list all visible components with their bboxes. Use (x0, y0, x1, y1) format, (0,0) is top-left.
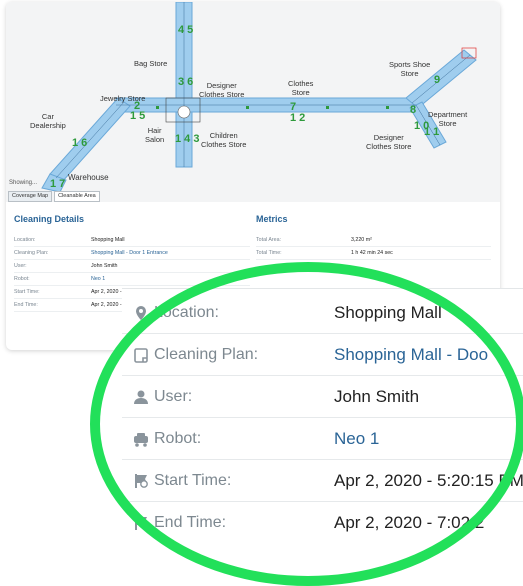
map-label-designer-2: Designer Clothes Store (366, 133, 412, 151)
map-caption: Showing... (9, 180, 38, 186)
metric-value: 1 h 42 min 24 sec (351, 250, 393, 256)
detail-row-robot: Robot: Neo 1 (14, 273, 250, 286)
map-label-car: Car Dealership (30, 112, 66, 130)
detail-value: John Smith (91, 263, 118, 269)
zoom-label: Robot: (154, 430, 202, 447)
zoom-row-start-time: Start Time: Apr 2, 2020 - 5:20:15 PM (122, 461, 523, 502)
map-label-children: Children Clothes Store (201, 131, 247, 149)
zoom-value: Shopping Mall (334, 303, 442, 322)
detail-label: User: (14, 263, 27, 269)
detail-row-cleaning-plan: Cleaning Plan: Shopping Mall - Door 1 En… (14, 247, 250, 260)
details-zoom-callout: Location: Shopping Mall Cleaning Plan: S… (122, 288, 523, 547)
clipboard-icon (134, 348, 148, 363)
tab-coverage-map[interactable]: Coverage Map (8, 191, 53, 202)
flag-icon (135, 474, 148, 488)
zoom-label: End Time: (154, 514, 227, 531)
map-number: 1 2 (290, 112, 306, 124)
detail-value: Shopping Mall (91, 237, 125, 243)
zoom-value: Apr 2, 2020 - 7:02:2 (334, 513, 485, 532)
map-number: 1 6 (72, 137, 88, 149)
map-label-designer-1: Designer Clothes Store (199, 81, 245, 99)
robot-link[interactable]: Neo 1 (334, 429, 379, 449)
user-icon (134, 390, 148, 404)
zoom-label: User: (154, 388, 193, 405)
map-label-hair: Hair Salon (145, 126, 165, 144)
map-number: 1 1 (424, 126, 440, 138)
map-label-warehouse: Warehouse (68, 173, 109, 182)
flag-icon (135, 516, 147, 530)
location-icon (136, 306, 146, 320)
metric-value: 3,220 m² (351, 237, 372, 243)
zoom-row-cleaning-plan: Cleaning Plan: Shopping Mall - Doo (122, 335, 523, 376)
zoom-value: Apr 2, 2020 - 5:20:15 PM (334, 471, 523, 490)
detail-label: Cleaning Plan: (14, 250, 49, 256)
zoom-label: Location: (154, 304, 219, 321)
zoom-row-location: Location: Shopping Mall (122, 293, 523, 334)
robot-link[interactable]: Neo 1 (91, 273, 105, 285)
tab-cleanable-area[interactable]: Cleanable Area (54, 191, 100, 202)
zoom-label: Cleaning Plan: (154, 346, 259, 363)
zoom-row-robot: Robot: Neo 1 (122, 419, 523, 460)
map-number: 4 5 (178, 24, 194, 36)
map-number: 3 6 (178, 76, 194, 88)
zoom-row-end-time: End Time: Apr 2, 2020 - 7:02:2 (122, 503, 523, 543)
detail-label: Location: (14, 237, 36, 243)
map-number: 1 5 (130, 110, 146, 122)
detail-label: Start Time: (14, 289, 40, 295)
metric-row-total-area: Total Area: 3,220 m² (256, 234, 491, 247)
metric-label: Total Time: (256, 250, 282, 256)
zoom-value: John Smith (334, 387, 420, 406)
map-paths (41, 2, 477, 193)
cleaning-details-title: Cleaning Details (14, 214, 85, 224)
map-label-bag: Bag Store (134, 59, 168, 68)
metrics-title: Metrics (256, 214, 288, 224)
map-label-clothes: Clothes Store (288, 79, 314, 97)
map-number: 9 (434, 74, 441, 86)
detail-row-user: User: John Smith (14, 260, 250, 273)
robot-icon (134, 433, 148, 447)
map-number: 8 (410, 104, 417, 116)
map-label-sports: Sports Shoe Store (389, 60, 431, 78)
detail-label: End Time: (14, 302, 38, 308)
metric-row-total-time: Total Time: 1 h 42 min 24 sec (256, 247, 491, 260)
map-number: 1 4 3 (175, 133, 200, 145)
map-number: 1 7 (50, 178, 66, 190)
zoom-row-user: User: John Smith (122, 377, 523, 418)
cleaning-plan-link[interactable]: Shopping Mall - Door 1 Entrance (91, 247, 168, 259)
detail-label: Robot: (14, 276, 30, 282)
cleaning-plan-link[interactable]: Shopping Mall - Doo (334, 345, 488, 365)
detail-row-location: Location: Shopping Mall (14, 234, 250, 247)
coverage-map[interactable]: Bag Store Jewelry Store Designer Clothes… (6, 2, 500, 202)
map-tabs: Coverage Map Cleanable Area (8, 191, 100, 202)
zoom-label: Start Time: (154, 472, 232, 489)
metric-label: Total Area: (256, 237, 282, 243)
